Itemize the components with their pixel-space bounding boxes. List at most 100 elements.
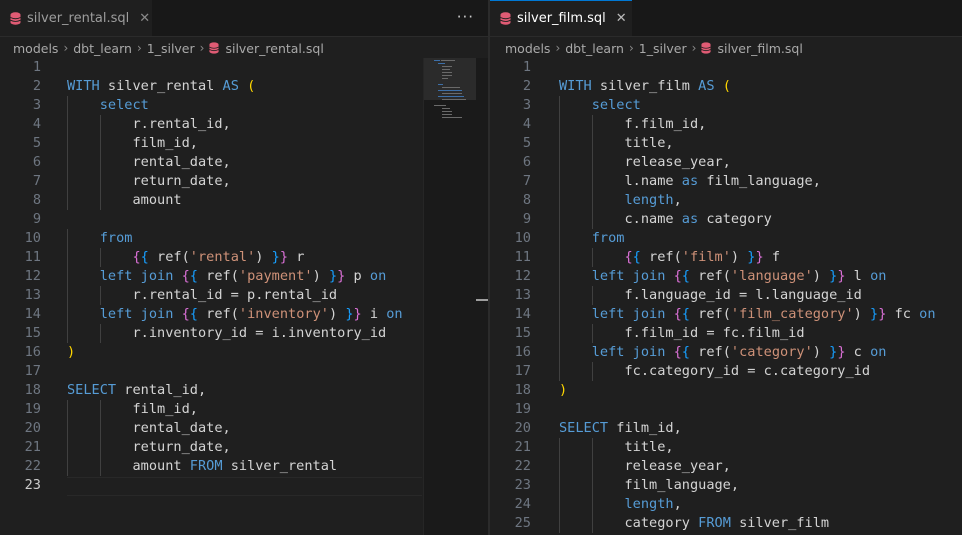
- indent-guide: [591, 324, 593, 343]
- code-line[interactable]: 13 r.rental_id = p.rental_id: [0, 286, 488, 305]
- code-line[interactable]: 5 title,: [490, 134, 962, 153]
- line-number: 2: [522, 78, 531, 94]
- code-line[interactable]: 15 f.film_id = fc.film_id: [490, 324, 962, 343]
- code-line[interactable]: 11 {{ ref('film') }} f: [490, 248, 962, 267]
- breadcrumb-file[interactable]: silver_rental.sql: [225, 41, 323, 56]
- code-line[interactable]: 2 WITH silver_film AS (: [490, 77, 962, 96]
- code-line[interactable]: 10 from: [0, 229, 488, 248]
- chevron-right-icon: ›: [199, 41, 205, 55]
- code-line[interactable]: 9 c.name as category: [490, 210, 962, 229]
- code-line[interactable]: 17 fc.category_id = c.category_id: [490, 362, 962, 381]
- code-line[interactable]: 18): [490, 381, 962, 400]
- code-editor[interactable]: 1 2 WITH silver_film AS (3 select 4 f.film_…: [490, 58, 962, 535]
- code-line[interactable]: 22 amount FROM silver_rental: [0, 457, 488, 476]
- code-line[interactable]: 11 {{ ref('rental') }} r: [0, 248, 488, 267]
- code-line[interactable]: 23 film_language,: [490, 476, 962, 495]
- line-number: 21: [514, 439, 531, 455]
- breadcrumb-file[interactable]: silver_film.sql: [717, 41, 802, 56]
- code-editor[interactable]: 1 2 WITH silver_rental AS (3 select 4 r.ren…: [0, 58, 488, 535]
- code-line[interactable]: 19 film_id,: [0, 400, 488, 419]
- indent-guide: [559, 476, 560, 495]
- code-line[interactable]: 13 f.language_id = l.language_id: [490, 286, 962, 305]
- code-text: left join {{ ref('inventory') }} i on: [67, 305, 403, 324]
- code-line[interactable]: 21 return_date,: [0, 438, 488, 457]
- breadcrumb-item[interactable]: dbt_learn: [73, 41, 132, 56]
- code-token: 'film_category': [730, 306, 854, 322]
- code-line[interactable]: 3 select: [490, 96, 962, 115]
- code-token: {: [140, 249, 149, 265]
- code-token: c.name: [559, 211, 682, 227]
- code-line[interactable]: 18 SELECT rental_id,: [0, 381, 488, 400]
- indent-guide: [99, 172, 101, 191]
- breadcrumb-item[interactable]: 1_silver: [147, 41, 195, 56]
- code-token: 'category': [730, 344, 813, 360]
- breadcrumb-item[interactable]: dbt_learn: [565, 41, 624, 56]
- code-line[interactable]: 21 title,: [490, 438, 962, 457]
- code-token: film_language,: [698, 173, 821, 189]
- code-line[interactable]: 6 release_year,: [490, 153, 962, 172]
- code-line[interactable]: 20 SELECT film_id,: [490, 419, 962, 438]
- indent-guide: [591, 438, 593, 457]
- code-line[interactable]: 25 category FROM silver_film: [490, 514, 962, 533]
- code-line[interactable]: 19: [490, 400, 962, 419]
- close-icon[interactable]: ✕: [616, 11, 627, 26]
- close-icon[interactable]: ✕: [139, 11, 150, 26]
- code-line[interactable]: 8 amount: [0, 191, 488, 210]
- code-line[interactable]: 12 left join {{ ref('language') }} l on: [490, 267, 962, 286]
- tab-silver-rental[interactable]: silver_rental.sql ✕: [0, 0, 152, 36]
- chevron-right-icon: ›: [691, 41, 697, 55]
- line-number: 18: [514, 382, 531, 398]
- code-line[interactable]: 14 left join {{ ref('film_category') }} …: [490, 305, 962, 324]
- code-line[interactable]: 6 rental_date,: [0, 153, 488, 172]
- code-token: f.language_id = l.language_id: [559, 287, 862, 303]
- code-line[interactable]: 4 f.film_id,: [490, 115, 962, 134]
- code-line[interactable]: 1: [490, 58, 962, 77]
- indent-guide: [67, 324, 68, 343]
- indent-guide: [559, 229, 560, 248]
- code-token: AS: [222, 78, 239, 94]
- code-text: SELECT film_id,: [559, 419, 682, 438]
- code-line[interactable]: 16): [0, 343, 488, 362]
- code-token: SELECT: [67, 382, 117, 398]
- chevron-right-icon: ›: [136, 41, 142, 55]
- code-line[interactable]: 10 from: [490, 229, 962, 248]
- code-token: ref(: [689, 268, 731, 284]
- code-line[interactable]: 1: [0, 58, 488, 77]
- code-line[interactable]: 24 length,: [490, 495, 962, 514]
- code-line[interactable]: 9: [0, 210, 488, 229]
- chevron-right-icon: ›: [555, 41, 561, 55]
- code-line[interactable]: 22 release_year,: [490, 457, 962, 476]
- breadcrumb-item[interactable]: 1_silver: [639, 41, 687, 56]
- code-line[interactable]: 4 r.rental_id,: [0, 115, 488, 134]
- code-line[interactable]: 2 WITH silver_rental AS (: [0, 77, 488, 96]
- code-line[interactable]: 14 left join {{ ref('inventory') }} i on: [0, 305, 488, 324]
- code-token: ref(: [148, 249, 190, 265]
- code-line[interactable]: 7 l.name as film_language,: [490, 172, 962, 191]
- indent-guide: [591, 476, 593, 495]
- code-line[interactable]: 12 left join {{ ref('payment') }} p on: [0, 267, 488, 286]
- code-line[interactable]: 8 length,: [490, 191, 962, 210]
- minimap[interactable]: [423, 58, 488, 535]
- code-line[interactable]: 20 rental_date,: [0, 419, 488, 438]
- indent-guide: [591, 514, 593, 533]
- code-text: left join {{ ref('payment') }} p on: [67, 267, 387, 286]
- more-actions-icon[interactable]: ···: [457, 8, 474, 26]
- code-line[interactable]: 15 r.inventory_id = i.inventory_id: [0, 324, 488, 343]
- code-line[interactable]: 5 film_id,: [0, 134, 488, 153]
- breadcrumb-item[interactable]: models: [505, 41, 550, 56]
- code-line[interactable]: 17: [0, 362, 488, 381]
- code-line[interactable]: 23: [0, 476, 488, 495]
- code-line[interactable]: 7 return_date,: [0, 172, 488, 191]
- code-line[interactable]: 3 select: [0, 96, 488, 115]
- code-token: from: [591, 230, 625, 246]
- breadcrumb-item[interactable]: models: [13, 41, 58, 56]
- indent-guide: [559, 115, 560, 134]
- code-token: release_year,: [559, 154, 731, 170]
- tab-silver-film[interactable]: silver_film.sql ✕: [490, 0, 632, 36]
- code-text: left join {{ ref('category') }} c on: [559, 343, 887, 362]
- code-token: on: [870, 344, 887, 360]
- code-line[interactable]: 16 left join {{ ref('category') }} c on: [490, 343, 962, 362]
